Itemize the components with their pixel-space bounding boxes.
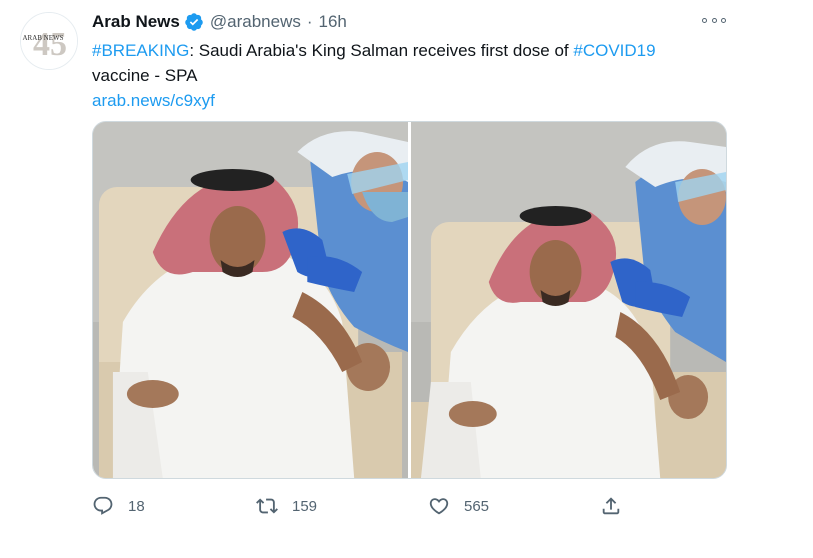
retweet-button[interactable]: 159 [256,492,317,520]
hashtag-breaking[interactable]: #BREAKING [92,41,189,60]
timestamp[interactable]: 16h [319,12,347,32]
share-button[interactable] [600,492,622,520]
svg-text:45: 45 [33,26,67,63]
retweet-count: 159 [292,497,318,515]
media-photo-1[interactable] [93,122,408,478]
tweet-text-line2: vaccine - SPA [92,66,198,85]
like-icon [428,495,450,517]
like-count: 565 [464,497,490,515]
reply-button[interactable]: 18 [92,492,145,520]
more-options-icon[interactable] [702,12,726,28]
svg-text:ARAB NEWS: ARAB NEWS [22,34,63,42]
media-photo-2[interactable] [411,122,726,478]
reply-icon [92,495,114,517]
display-name[interactable]: Arab News [92,12,180,32]
like-button[interactable]: 565 [428,492,489,520]
tweet-actions: 18 159 565 [92,492,632,520]
separator-dot: · [306,12,313,31]
avatar[interactable]: 45 ARAB NEWS [20,12,78,70]
reply-count: 18 [128,497,145,515]
arab-news-logo: 45 ARAB NEWS [21,13,77,69]
retweet-icon [256,495,278,517]
tweet-text-main: : Saudi Arabia's King Salman receives fi… [189,41,574,60]
verified-badge-icon [184,12,204,32]
tweet-header: Arab News @arabnews · 16h [92,10,347,34]
tweet-text: #BREAKING: Saudi Arabia's King Salman re… [92,38,732,113]
handle[interactable]: @arabnews [210,12,301,32]
tweet-card[interactable]: 45 ARAB NEWS Arab News @arabnews · 16h #… [0,0,813,558]
share-icon [600,495,622,517]
tweet-media [92,121,727,479]
tweet-link[interactable]: arab.news/c9xyf [92,91,215,110]
hashtag-covid19[interactable]: #COVID19 [573,41,655,60]
